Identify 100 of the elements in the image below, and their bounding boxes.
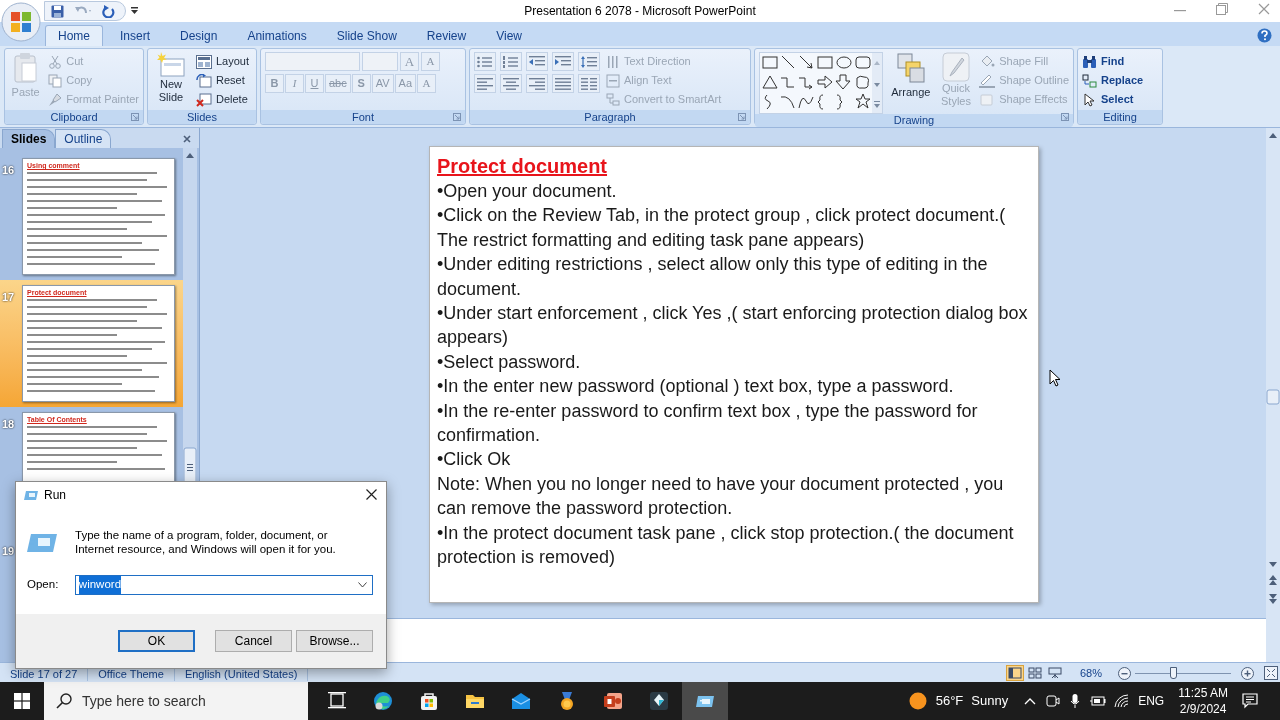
columns-icon[interactable]: [581, 77, 597, 90]
ribbon-button[interactable]: Delete: [196, 90, 250, 109]
weather-temperature[interactable]: 56°F: [935, 691, 964, 711]
increase-indent-icon[interactable]: [555, 55, 571, 68]
zoom-in-icon[interactable]: [1241, 666, 1254, 680]
diamond-app-icon: [649, 691, 669, 711]
help-icon[interactable]: [1257, 28, 1272, 43]
search-field[interactable]: Type here to search: [44, 682, 308, 720]
view-button[interactable]: [1025, 665, 1044, 681]
delete-icon: [196, 92, 212, 107]
save-icon[interactable]: [51, 4, 64, 18]
ribbon-button[interactable]: Layout: [196, 52, 250, 71]
windows-logo-icon[interactable]: [14, 693, 30, 709]
clipboard-icon: [12, 52, 39, 84]
justify-icon[interactable]: [555, 77, 571, 90]
battery-icon[interactable]: [1090, 695, 1107, 707]
slider-thumb[interactable]: [1170, 667, 1178, 679]
arrange-button[interactable]: Arrange: [889, 52, 933, 114]
ribbon-button[interactable]: Select: [1082, 90, 1144, 109]
reset-icon: [196, 73, 212, 88]
group-label: Drawing: [893, 114, 935, 127]
wifi-icon[interactable]: [1114, 694, 1131, 708]
open-field[interactable]: winword: [74, 575, 373, 595]
open-label: Open:: [27, 577, 60, 593]
align-right-icon[interactable]: [529, 77, 545, 90]
new-slide-icon: [156, 52, 186, 78]
view-button[interactable]: [1005, 665, 1024, 681]
dialog-button[interactable]: OK: [118, 630, 195, 652]
smartart-icon: [606, 92, 620, 107]
align-left-icon[interactable]: [477, 77, 493, 90]
font-size-field[interactable]: [362, 52, 398, 71]
dialog-button[interactable]: Cancel: [215, 630, 292, 652]
ribbon-button[interactable]: Reset: [196, 71, 250, 90]
notification-icon[interactable]: [1242, 693, 1258, 709]
group-label: Font: [352, 110, 374, 124]
language-indicator[interactable]: ENG: [1138, 692, 1165, 710]
bullets-icon[interactable]: [477, 55, 493, 68]
dialog-description: Type the name of a program, folder, document, or Internet resource, and Windows will open it for you.: [75, 528, 337, 556]
slide-paragraph: •Open your document.: [437, 180, 618, 203]
zoom-level[interactable]: 68%: [1079, 664, 1102, 682]
brush-icon: [942, 52, 970, 82]
dialog-button[interactable]: Browse...: [296, 630, 373, 652]
slide-paragraph: •Click Ok: [437, 448, 512, 472]
mail-icon: [511, 691, 531, 711]
ribbon-tab[interactable]: Home: [45, 25, 103, 46]
ribbon-tab[interactable]: Review: [413, 25, 480, 46]
ribbon-tab[interactable]: Design: [167, 25, 231, 46]
customize-caret-icon[interactable]: [131, 7, 138, 15]
slide-number: 19: [2, 544, 16, 559]
panel-tab[interactable]: Outline: [55, 129, 112, 148]
square-icon: [979, 92, 996, 107]
ribbon-button[interactable]: Replace: [1082, 71, 1144, 90]
group-label: Editing: [1103, 110, 1137, 124]
slide-paragraph: •In the re-enter password to confirm text box , type the password for confirmation.: [437, 399, 979, 448]
decrease-indent-icon[interactable]: [529, 55, 545, 68]
numbering-icon[interactable]: [503, 55, 519, 68]
sun-icon[interactable]: [908, 692, 927, 710]
redo-icon[interactable]: [102, 4, 115, 18]
ribbon-button[interactable]: Find: [1082, 52, 1144, 71]
slide-number: 16: [2, 163, 16, 178]
slide-paragraph: •Under start enforcement , click Yes ,( start enforcing protection dialog box appears): [437, 302, 1029, 350]
presentation-app-icon: [603, 691, 623, 711]
dropdown-caret-icon: [358, 582, 367, 588]
copy-icon: [48, 73, 63, 88]
search-icon: [56, 693, 72, 709]
taskbar-button[interactable]: [682, 682, 728, 720]
scrollbar-icon[interactable]: [1266, 128, 1280, 662]
text-direction-icon: [606, 54, 620, 69]
weather-condition[interactable]: Sunny: [971, 691, 1009, 711]
paint-bucket-icon: [979, 54, 996, 69]
clock[interactable]: 11:25 AM 2/9/2024: [1178, 685, 1228, 717]
slide-number: 18: [2, 417, 16, 432]
microphone-icon[interactable]: [1070, 693, 1081, 709]
zoom-out-icon[interactable]: [1118, 666, 1131, 680]
zoom-slider[interactable]: [1135, 667, 1231, 679]
group-label: Clipboard: [50, 110, 98, 124]
ribbon-tab[interactable]: Insert: [107, 25, 164, 46]
restore-icon[interactable]: [1216, 3, 1228, 15]
ribbon-tab[interactable]: View: [483, 25, 535, 46]
stacked-squares-icon: [895, 52, 926, 84]
chevron-up-icon[interactable]: [1024, 697, 1037, 705]
view-button[interactable]: [1045, 665, 1064, 681]
close-icon[interactable]: [366, 489, 377, 500]
gallery-scroll-icon[interactable]: [872, 53, 882, 113]
align-center-icon[interactable]: [503, 77, 519, 90]
font-name-field[interactable]: [265, 52, 360, 71]
projector-icon: [1047, 667, 1062, 679]
ribbon-tab[interactable]: Animations: [234, 25, 320, 46]
camera-icon[interactable]: [1046, 694, 1061, 708]
panel-tab[interactable]: Slides: [2, 129, 56, 148]
run-icon: [27, 532, 57, 554]
line-spacing-icon[interactable]: [581, 55, 597, 68]
slide-paragraph: •In the protect document task pane , click stop protection.( the document protection is removed): [437, 521, 1015, 570]
ribbon-tab[interactable]: Slide Show: [323, 25, 410, 46]
slide-paragraph: •Under editing restrictions , select allow only this type of editing in the document.: [437, 253, 989, 301]
binoculars-icon: [1082, 54, 1097, 69]
grid-view-icon: [1027, 667, 1042, 679]
run-icon: [24, 489, 38, 501]
new-slide-button[interactable]: New Slide: [152, 52, 190, 110]
fit-window-icon[interactable]: [1264, 666, 1278, 680]
